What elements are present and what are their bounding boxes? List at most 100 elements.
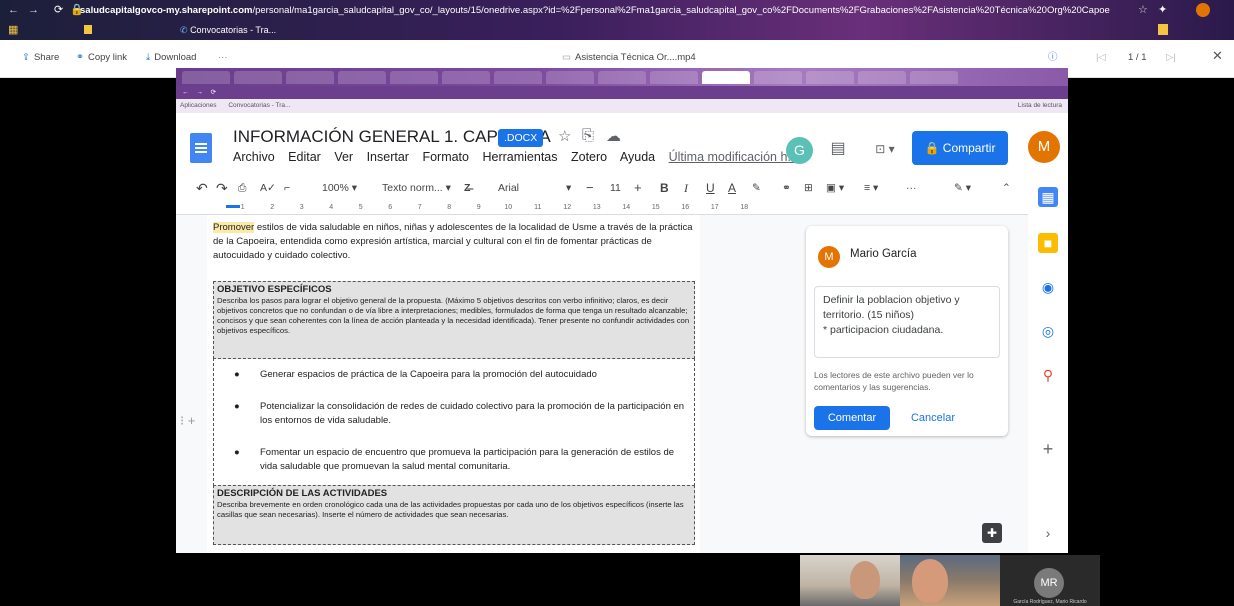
decrease-size-icon[interactable]: − <box>586 175 594 201</box>
menu-ver[interactable]: Ver <box>334 150 353 164</box>
editing-mode-icon[interactable]: ✎ ▾ <box>954 175 971 201</box>
highlight-icon[interactable]: ✎ <box>752 175 761 201</box>
next-page-icon[interactable]: ▷| <box>1166 51 1176 65</box>
italic-icon[interactable]: I <box>684 175 688 201</box>
contacts-icon[interactable]: ◎ <box>1038 321 1058 341</box>
docs-logo-icon[interactable] <box>190 133 212 163</box>
font-select[interactable]: Arial <box>498 175 519 201</box>
menu-insertar[interactable]: Insertar <box>367 150 409 164</box>
browser-tab[interactable] <box>234 71 282 84</box>
more-options-button[interactable]: ··· <box>218 51 228 65</box>
style-select[interactable]: Texto norm... ▾ <box>382 175 451 201</box>
back-icon[interactable]: ← <box>8 3 19 18</box>
zoom-select[interactable]: 100% ▾ <box>322 175 357 201</box>
forward-icon[interactable]: → <box>28 3 39 18</box>
collaborator-avatar[interactable]: G <box>786 137 813 164</box>
add-addon-icon[interactable]: + <box>1038 439 1058 459</box>
keep-icon[interactable]: ■ <box>1038 233 1058 253</box>
expand-panel-icon[interactable]: › <box>1038 523 1058 543</box>
menu-formato[interactable]: Formato <box>422 150 469 164</box>
profile-avatar[interactable] <box>1196 3 1210 17</box>
copy-link-button[interactable]: ⚭ Copy link <box>76 51 127 65</box>
underline-icon[interactable]: U <box>706 175 715 201</box>
back-icon[interactable]: ← <box>182 89 189 96</box>
submit-comment-button[interactable]: Comentar <box>814 406 890 430</box>
forward-icon[interactable]: → <box>196 89 203 96</box>
info-icon[interactable]: ⓘ <box>1048 51 1058 65</box>
cloud-status-icon[interactable]: ☁ <box>606 127 621 145</box>
undo-icon[interactable]: ↶ <box>196 175 208 201</box>
browser-tab[interactable] <box>546 71 594 84</box>
align-icon[interactable]: ≡ ▾ <box>864 175 878 201</box>
google-docs-window: INFORMACIÓN GENERAL 1. CAPOEIRA .DOCX ☆ … <box>176 113 1068 553</box>
reading-list-link[interactable]: Lista de lectura <box>1018 99 1062 113</box>
menu-herramientas[interactable]: Herramientas <box>482 150 557 164</box>
apps-icon[interactable]: ▦ <box>8 23 18 38</box>
browser-tab[interactable] <box>910 71 958 84</box>
download-button[interactable]: ⤓ Download <box>146 51 196 65</box>
explore-icon[interactable]: ✚ <box>982 523 1002 543</box>
activities-description: Describa brevemente en orden cronológico… <box>217 500 684 519</box>
add-row-icon[interactable]: ⁝ + <box>180 413 195 429</box>
increase-size-icon[interactable]: + <box>634 175 642 201</box>
spellcheck-icon[interactable]: A✓ <box>260 175 276 201</box>
browser-tab[interactable] <box>338 71 386 84</box>
highlighted-word[interactable]: Promover <box>213 222 255 233</box>
menu-editar[interactable]: Editar <box>288 150 321 164</box>
reload-icon[interactable]: ⟳ <box>211 89 216 96</box>
browser-tab[interactable] <box>494 71 542 84</box>
user-avatar[interactable]: M <box>1028 131 1060 163</box>
prev-page-icon[interactable]: |◁ <box>1096 51 1106 65</box>
tasks-icon[interactable]: ◉ <box>1038 277 1058 297</box>
last-edit-link[interactable]: Última modificación h... <box>669 150 798 164</box>
maps-icon[interactable]: ⚲ <box>1038 365 1058 385</box>
inner-address-bar[interactable]: ← → ⟳ <box>176 86 1068 99</box>
video-file-icon: ▭ <box>562 52 571 63</box>
paint-format-icon[interactable]: ⌐ <box>284 175 290 201</box>
link-icon[interactable]: ⚭ <box>782 175 791 201</box>
reload-icon[interactable]: ⟳ <box>54 3 63 18</box>
browser-tab[interactable] <box>806 71 854 84</box>
menu-zotero[interactable]: Zotero <box>571 150 607 164</box>
text-color-icon[interactable]: A <box>728 175 736 201</box>
menu-ayuda[interactable]: Ayuda <box>620 150 655 164</box>
browser-tab[interactable] <box>858 71 906 84</box>
present-icon[interactable]: ⊡ ▾ <box>866 137 904 161</box>
font-size-input[interactable]: 11 <box>610 175 621 201</box>
redo-icon[interactable]: ↷ <box>216 175 228 201</box>
menu-archivo[interactable]: Archivo <box>233 150 275 164</box>
browser-tab[interactable] <box>650 71 698 84</box>
reading-list-icon[interactable] <box>1158 24 1168 35</box>
share-button[interactable]: ⇪ Share <box>22 51 59 65</box>
cancel-comment-button[interactable]: Cancelar <box>898 406 968 430</box>
add-comment-icon[interactable]: ⊞ <box>804 175 813 201</box>
move-icon[interactable]: ⎘ <box>582 127 594 144</box>
browser-tab[interactable] <box>442 71 490 84</box>
bookmark-link[interactable]: ✆ Convocatorias - Tra... <box>180 20 276 40</box>
star-icon[interactable]: ☆ <box>558 127 571 145</box>
browser-tab-active[interactable] <box>702 71 750 84</box>
address-bar[interactable]: saludcapitalgovco-my.sharepoint.com/pers… <box>80 3 1110 18</box>
more-tools-icon[interactable]: ··· <box>906 175 917 201</box>
browser-tab[interactable] <box>390 71 438 84</box>
comment-input[interactable]: Definir la poblacion objetivo y territor… <box>814 286 1000 358</box>
comments-icon[interactable]: ▤ <box>826 137 850 161</box>
insert-image-icon[interactable]: ▣ ▾ <box>826 175 844 201</box>
share-button[interactable]: 🔒 Compartir <box>912 131 1008 165</box>
bold-icon[interactable]: B <box>660 175 669 201</box>
bookmark-link[interactable]: Convocatorias - Tra... <box>228 102 290 109</box>
browser-tab[interactable] <box>598 71 646 84</box>
document-page[interactable]: Promover estilos de vida saludable en ni… <box>207 215 700 553</box>
browser-tab[interactable] <box>182 71 230 84</box>
clear-format-icon[interactable]: Z̶ <box>464 175 470 201</box>
browser-tab[interactable] <box>754 71 802 84</box>
calendar-icon[interactable]: ▦ <box>1038 187 1058 207</box>
browser-tab[interactable] <box>286 71 334 84</box>
font-dropdown-icon[interactable]: ▾ <box>566 175 571 201</box>
close-icon[interactable]: ✕ <box>1212 49 1223 63</box>
collapse-menu-icon[interactable]: ⌃ <box>1002 175 1011 201</box>
apps-link[interactable]: Aplicaciones <box>180 102 217 109</box>
extension-icon[interactable]: ✦ <box>1158 3 1167 18</box>
print-icon[interactable]: ⎙ <box>238 175 246 201</box>
star-icon[interactable]: ☆ <box>1138 3 1148 18</box>
